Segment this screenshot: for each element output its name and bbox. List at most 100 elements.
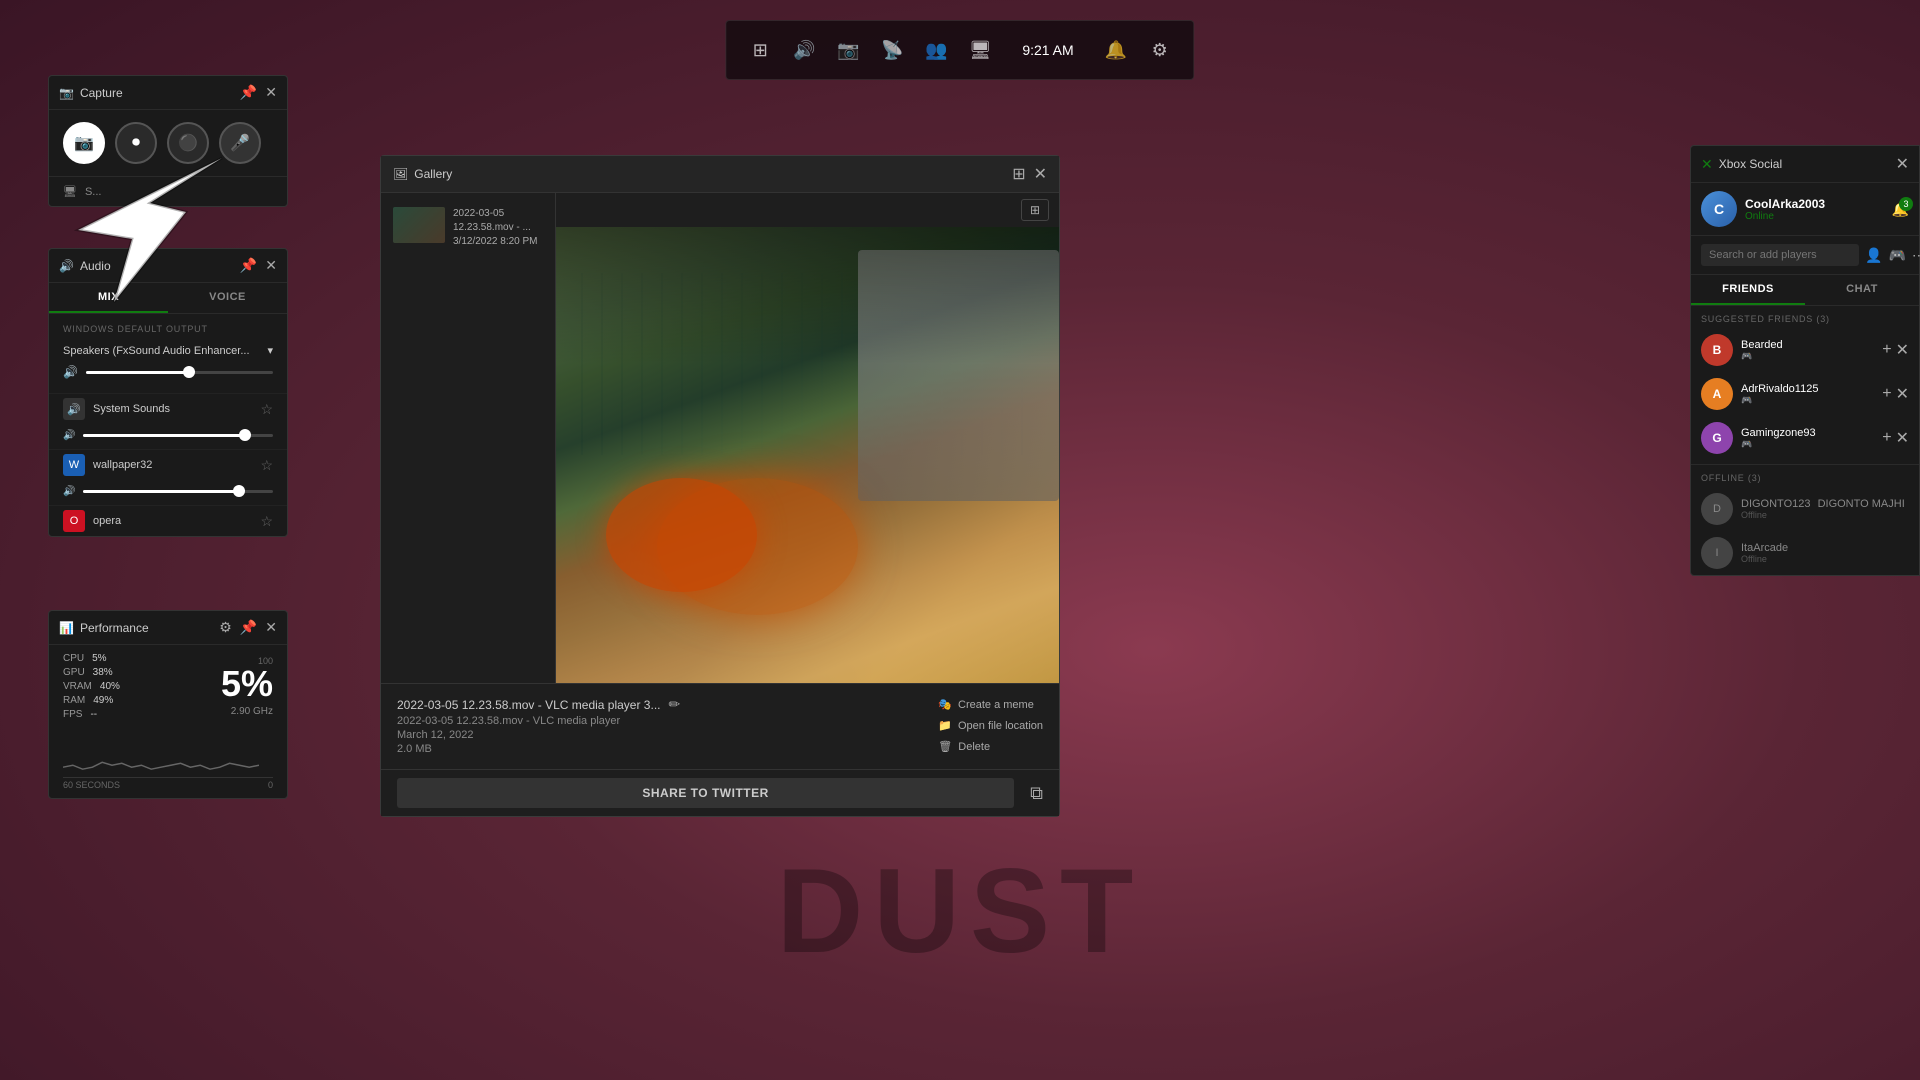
tab-friends[interactable]: FRIENDS: [1691, 275, 1805, 305]
offline-user-digonto: D DIGONTO123 DIGONTO MAJHI Offline: [1691, 487, 1919, 531]
cpu-label: CPU: [63, 653, 84, 664]
opera-row: O opera ☆: [49, 505, 287, 536]
taskbar-volume-icon[interactable]: 🔊: [786, 32, 822, 68]
friend-platform-bearded: 🎮: [1741, 351, 1874, 362]
xbox-social-close-button[interactable]: ✕: [1896, 154, 1909, 174]
xbox-logo-icon: ✕: [1701, 156, 1713, 173]
taskbar-time: 9:21 AM: [1006, 42, 1089, 58]
perf-settings-button[interactable]: ⚙: [219, 619, 232, 636]
dismiss-friend-adrrivaldo-button[interactable]: ✕: [1896, 384, 1909, 404]
taskbar-broadcast-icon[interactable]: 📡: [874, 32, 910, 68]
user-name: CoolArka2003: [1745, 197, 1884, 211]
gpu-label: GPU: [63, 667, 85, 678]
taskbar-settings-icon[interactable]: ⚙: [1142, 32, 1178, 68]
create-meme-button[interactable]: 🎭 Create a meme: [938, 696, 1034, 713]
ram-value: 49%: [93, 695, 113, 706]
search-icon-button[interactable]: 👤: [1865, 247, 1882, 264]
friend-row-bearded: B Bearded 🎮 + ✕: [1691, 328, 1919, 372]
user-info: CoolArka2003 Online: [1745, 197, 1884, 222]
gpu-value: 38%: [93, 667, 113, 678]
wallpaper32-star-button[interactable]: ☆: [260, 457, 273, 474]
offline-info-digonto: DIGONTO123 DIGONTO MAJHI Offline: [1741, 498, 1909, 520]
friend-info-gamingzone: Gamingzone93 🎮: [1741, 427, 1874, 450]
audio-master-slider[interactable]: [86, 371, 273, 374]
invite-icon-button[interactable]: 🎮: [1888, 247, 1905, 264]
capture-bottom-icon: 🖥: [63, 185, 77, 198]
taskbar-screenshot-icon[interactable]: 📷: [830, 32, 866, 68]
add-friend-gamingzone-button[interactable]: +: [1882, 428, 1891, 448]
audio-pin-button[interactable]: 📌: [240, 257, 257, 274]
share-to-twitter-button[interactable]: SHARE TO TWITTER: [397, 778, 1014, 808]
thumbnail-image: [393, 207, 445, 243]
gallery-filename-short: 2022-03-05 12.23.58.mov - VLC media play…: [397, 715, 938, 727]
wallpaper32-track[interactable]: [83, 490, 273, 493]
gallery-close-button[interactable]: ✕: [1034, 164, 1047, 184]
capture-panel-title: 📷 Capture: [59, 86, 123, 100]
offline-name-digonto: DIGONTO123 DIGONTO MAJHI: [1741, 498, 1909, 510]
audio-section-label: WINDOWS DEFAULT OUTPUT: [63, 324, 273, 334]
gallery-title: 🖼 Gallery: [393, 167, 452, 181]
mic-button[interactable]: 🎤: [219, 122, 261, 164]
gallery-footer: SHARE TO TWITTER ⧉: [381, 769, 1059, 816]
xbox-social-panel: ✕ Xbox Social ✕ C CoolArka2003 Online 🔔 …: [1690, 145, 1920, 576]
taskbar-notifications-icon[interactable]: 🔔: [1098, 32, 1134, 68]
perf-pin-button[interactable]: 📌: [240, 619, 257, 636]
user-status: Online: [1745, 211, 1884, 222]
system-sounds-icon: 🔊: [63, 398, 85, 420]
system-sounds-label: System Sounds: [93, 403, 170, 415]
more-options-button[interactable]: ⋯: [1912, 247, 1920, 264]
audio-tab-voice[interactable]: VOICE: [168, 283, 287, 313]
audio-close-button[interactable]: ✕: [265, 257, 277, 274]
taskbar-overlay-icon[interactable]: 🖥: [962, 32, 998, 68]
gallery-sidebar: 2022-03-05 12.23.58.mov - ... 3/12/2022 …: [381, 193, 556, 683]
gallery-thumbnail-item[interactable]: 2022-03-05 12.23.58.mov - ... 3/12/2022 …: [389, 201, 547, 255]
screenshot-button[interactable]: 📷: [63, 122, 105, 164]
audio-output-row: Speakers (FxSound Audio Enhancer... ▾: [63, 340, 273, 361]
wallpaper32-volume-slider: 🔊: [63, 482, 273, 501]
gallery-main: ⊞: [556, 193, 1059, 683]
wallpaper32-info: W wallpaper32: [63, 454, 152, 476]
audio-output-chevron[interactable]: ▾: [267, 344, 273, 357]
taskbar-friends-icon[interactable]: 👥: [918, 32, 954, 68]
copy-button[interactable]: ⧉: [1030, 783, 1043, 804]
cpu-value: 5%: [92, 653, 106, 664]
perf-big-number: 5%: [221, 666, 273, 702]
audio-panel-title: 🔊 Audio: [59, 259, 111, 273]
wallpaper32-slider-row: 🔊: [49, 480, 287, 505]
wallpaper32-fill: [83, 490, 238, 493]
system-sounds-row: 🔊 System Sounds ☆: [49, 393, 287, 424]
tab-chat[interactable]: CHAT: [1805, 275, 1919, 305]
gallery-window-icon-btn[interactable]: ⊞: [1012, 164, 1025, 184]
capture-close-button[interactable]: ✕: [265, 84, 277, 101]
capture-pin-button[interactable]: 📌: [240, 84, 257, 101]
record-dot-button[interactable]: ⚫: [167, 122, 209, 164]
gallery-info-section: 2022-03-05 12.23.58.mov - VLC media play…: [381, 683, 1059, 769]
gallery-view-toggle[interactable]: ⊞: [1021, 199, 1049, 221]
search-input[interactable]: [1701, 244, 1859, 266]
gallery-edit-button[interactable]: ✏: [668, 696, 680, 713]
opera-star-button[interactable]: ☆: [260, 513, 273, 530]
dismiss-friend-bearded-button[interactable]: ✕: [1896, 340, 1909, 360]
dismiss-friend-gamingzone-button[interactable]: ✕: [1896, 428, 1909, 448]
gallery-content: 2022-03-05 12.23.58.mov - ... 3/12/2022 …: [381, 193, 1059, 683]
taskbar-screen-capture-icon[interactable]: ⊞: [742, 32, 778, 68]
offline-section-header: OFFLINE (3): [1691, 465, 1919, 487]
audio-tab-mix[interactable]: MIX: [49, 283, 168, 313]
delete-button[interactable]: 🗑 Delete: [938, 738, 990, 755]
friend-actions-bearded: + ✕: [1882, 340, 1909, 360]
thumbnail-info: 2022-03-05 12.23.58.mov - ... 3/12/2022 …: [453, 207, 543, 249]
gallery-file-size: 2.0 MB: [397, 743, 938, 755]
add-friend-bearded-button[interactable]: +: [1882, 340, 1891, 360]
open-file-location-button[interactable]: 📁 Open file location: [938, 717, 1043, 734]
add-friend-adrrivaldo-button[interactable]: +: [1882, 384, 1891, 404]
perf-extra: 2.90 GHz: [231, 706, 273, 717]
vol-icon: 🔊: [63, 430, 75, 441]
record-button[interactable]: ⏺: [115, 122, 157, 164]
perf-close-button[interactable]: ✕: [265, 619, 277, 636]
pc-glow: [657, 478, 858, 615]
notification-button[interactable]: 🔔 3: [1892, 201, 1909, 218]
vram-label: VRAM: [63, 681, 92, 692]
system-sounds-star-button[interactable]: ☆: [260, 401, 273, 418]
perf-footer: 60 SECONDS 0: [49, 778, 287, 790]
system-sounds-track[interactable]: [83, 434, 273, 437]
